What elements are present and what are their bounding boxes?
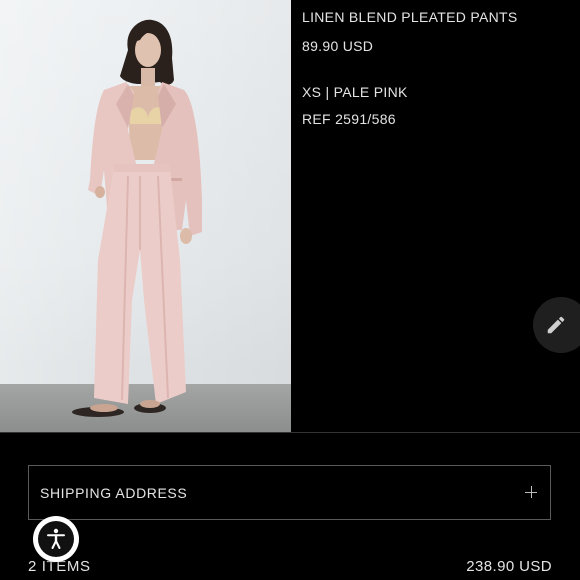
plus-icon [525,486,537,498]
pencil-icon [547,316,565,334]
product-price: 89.90 USD [302,38,374,54]
shipping-address-label: SHIPPING ADDRESS [40,485,188,501]
accessibility-badge [38,521,74,557]
product-variant: XS | PALE PINK [302,84,408,100]
product-image[interactable] [0,0,291,432]
model-illustration [72,19,202,417]
total-price: 238.90 USD [466,558,552,575]
section-divider [0,432,580,433]
accessibility-button[interactable] [33,516,79,562]
cart-page: LINEN BLEND PLEATED PANTS 89.90 USD XS |… [0,0,580,580]
product-reference: REF 2591/586 [302,111,396,127]
shipping-address-button[interactable]: SHIPPING ADDRESS [28,465,551,520]
product-name[interactable]: LINEN BLEND PLEATED PANTS [302,9,517,25]
edit-button[interactable] [533,297,580,353]
accessibility-person-icon [47,528,65,549]
